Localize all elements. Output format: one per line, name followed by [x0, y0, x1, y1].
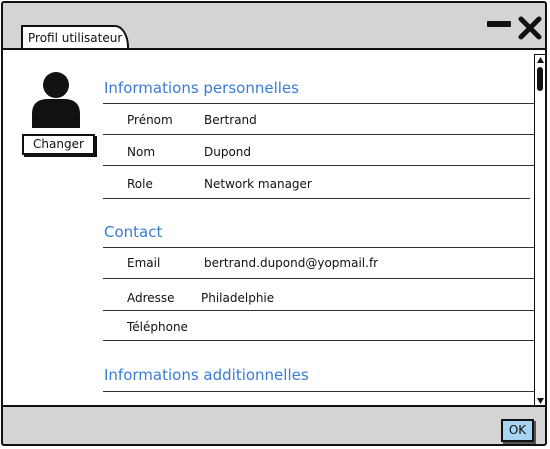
profile-window: Profil utilisateur Changer Informations …: [1, 1, 547, 446]
section-title-personal: Informations personnelles: [104, 79, 299, 97]
divider: [103, 103, 534, 104]
minimize-icon[interactable]: [487, 21, 511, 27]
field-label-telephone: Téléphone: [127, 320, 188, 334]
scroll-thumb[interactable]: [537, 67, 543, 91]
scroll-down-icon[interactable]: [536, 397, 545, 405]
divider: [103, 247, 534, 248]
section-title-contact: Contact: [104, 223, 163, 241]
field-label-nom: Nom: [127, 145, 156, 159]
avatar-icon: [32, 72, 80, 128]
divider: [103, 278, 534, 279]
field-value-prenom[interactable]: Bertrand: [204, 113, 257, 127]
field-value-adresse[interactable]: Philadelphie: [201, 291, 274, 305]
field-label-prenom: Prénom: [127, 113, 173, 127]
divider: [103, 198, 530, 199]
field-value-email[interactable]: bertrand.dupond@yopmail.fr: [204, 256, 378, 270]
section-title-additional: Informations additionnelles: [104, 366, 309, 384]
divider: [103, 310, 534, 311]
field-label-role: Role: [127, 177, 153, 191]
profile-panel: Changer Informations personnelles Prénom…: [3, 48, 545, 407]
divider: [103, 165, 534, 166]
vertical-scrollbar[interactable]: [534, 54, 545, 405]
field-label-adresse: Adresse: [127, 291, 175, 305]
divider: [103, 134, 534, 135]
scroll-up-icon[interactable]: [536, 56, 545, 64]
divider: [103, 340, 534, 341]
divider: [103, 391, 534, 392]
field-value-role[interactable]: Network manager: [204, 177, 312, 191]
tab-profil-utilisateur[interactable]: Profil utilisateur: [21, 25, 129, 50]
field-value-nom[interactable]: Dupond: [204, 145, 251, 159]
field-label-email: Email: [127, 256, 161, 270]
ok-button[interactable]: OK: [501, 419, 534, 442]
close-icon[interactable]: [516, 14, 544, 42]
change-avatar-button[interactable]: Changer: [22, 134, 95, 155]
